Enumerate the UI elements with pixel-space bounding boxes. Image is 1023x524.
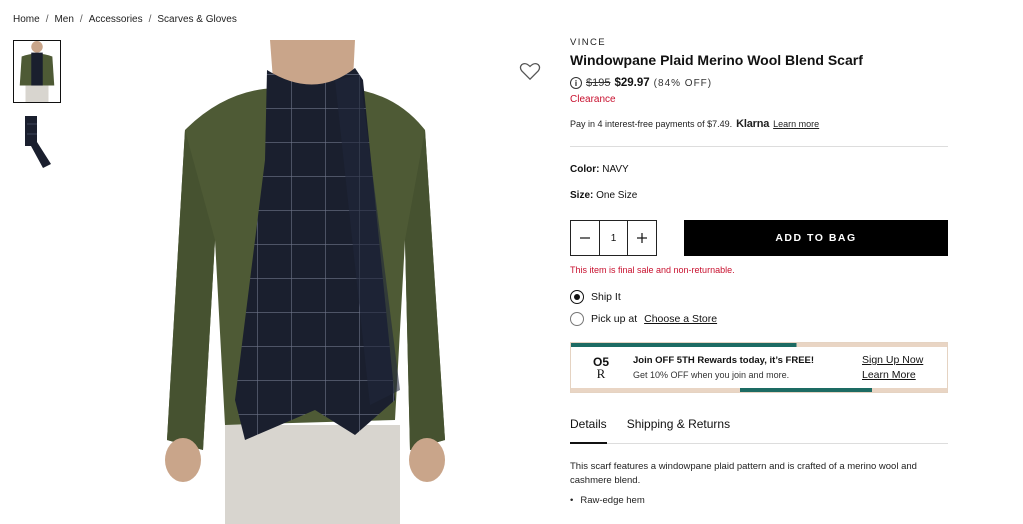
tab-details[interactable]: Details (570, 417, 607, 444)
breadcrumb-accessories[interactable]: Accessories (89, 14, 143, 25)
wishlist-heart-icon[interactable] (519, 61, 541, 81)
plus-icon[interactable] (628, 221, 656, 255)
breadcrumb-separator: / (79, 14, 83, 25)
quantity-stepper: 1 (570, 220, 657, 256)
add-to-bag-button[interactable]: ADD TO BAG (684, 220, 948, 256)
product-description: This scarf features a windowpane plaid p… (570, 461, 917, 486)
pickup-radio[interactable] (570, 312, 584, 326)
ship-it-radio[interactable] (570, 290, 584, 304)
list-item: Raw-edge hem (570, 495, 948, 506)
ship-it-option[interactable]: Ship It (570, 290, 948, 304)
rewards-logo: O5 R (577, 356, 625, 381)
rewards-banner: O5 R Join OFF 5TH Rewards today, it’s FR… (570, 342, 948, 393)
tab-shipping-returns[interactable]: Shipping & Returns (627, 417, 730, 443)
rewards-learn-more-link[interactable]: Learn More (862, 369, 947, 381)
breadcrumb-men[interactable]: Men (54, 14, 73, 25)
rewards-logo-bottom: R (596, 365, 606, 381)
breadcrumb-scarves-gloves[interactable]: Scarves & Gloves (157, 14, 236, 25)
rewards-subline: Get 10% OFF when you join and more. (633, 370, 790, 380)
final-sale-notice: This item is final sale and non-returnab… (570, 265, 735, 275)
klarna-logo: Klarna (736, 118, 770, 130)
pickup-option[interactable]: Pick up at Choose a Store (570, 312, 948, 326)
sign-up-now-link[interactable]: Sign Up Now (862, 354, 947, 366)
product-tabs: Details Shipping & Returns (570, 417, 948, 444)
sale-price: $29.97 (614, 77, 650, 89)
breadcrumb-separator: / (148, 14, 152, 25)
rewards-text: Join OFF 5TH Rewards today, it’s FREE! G… (625, 355, 862, 380)
divider (570, 146, 948, 147)
breadcrumb: Home / Men / Accessories / Scarves & Glo… (13, 14, 237, 25)
product-hero-image[interactable] (155, 40, 455, 524)
discount-percent: (84% OFF) (653, 77, 713, 89)
choose-store-link[interactable]: Choose a Store (644, 313, 717, 325)
color-label: Color: (570, 164, 600, 175)
thumbnail-scarf-flat[interactable] (13, 112, 61, 175)
pickup-label: Pick up at (591, 313, 638, 325)
size-attribute: Size: One Size (570, 190, 948, 201)
size-value: One Size (596, 190, 638, 201)
size-label: Size: (570, 190, 594, 201)
detail-bullets: Raw-edge hem (570, 495, 948, 506)
banner-stripe (571, 343, 947, 347)
thumbnail-gallery (13, 40, 61, 184)
rewards-headline: Join OFF 5TH Rewards today, it’s FREE! (633, 355, 815, 366)
thumbnail-model[interactable] (13, 40, 61, 103)
brand-name[interactable]: VINCE (570, 37, 948, 48)
breadcrumb-separator: / (45, 14, 49, 25)
product-title: Windowpane Plaid Merino Wool Blend Scarf (570, 52, 863, 68)
klarna-text: Pay in 4 interest-free payments of $7.49… (570, 119, 733, 129)
ship-it-label: Ship It (591, 291, 621, 303)
price-row: i $195 $29.97 (84% OFF) (570, 77, 948, 89)
buy-row: 1 ADD TO BAG (570, 220, 948, 256)
product-info-panel: VINCE Windowpane Plaid Merino Wool Blend… (570, 36, 948, 506)
color-attribute: Color: NAVY (570, 164, 948, 175)
info-icon[interactable]: i (570, 77, 582, 89)
banner-stripe (571, 388, 947, 392)
original-price: $195 (586, 77, 611, 89)
rewards-links: Sign Up Now Learn More (862, 354, 947, 381)
minus-icon[interactable] (571, 221, 599, 255)
clearance-badge: Clearance (570, 94, 616, 105)
color-value: NAVY (602, 164, 629, 175)
klarna-installments: Pay in 4 interest-free payments of $7.49… (570, 118, 948, 130)
quantity-value[interactable]: 1 (599, 221, 628, 255)
klarna-learn-more-link[interactable]: Learn more (773, 119, 819, 129)
breadcrumb-home[interactable]: Home (13, 14, 40, 25)
